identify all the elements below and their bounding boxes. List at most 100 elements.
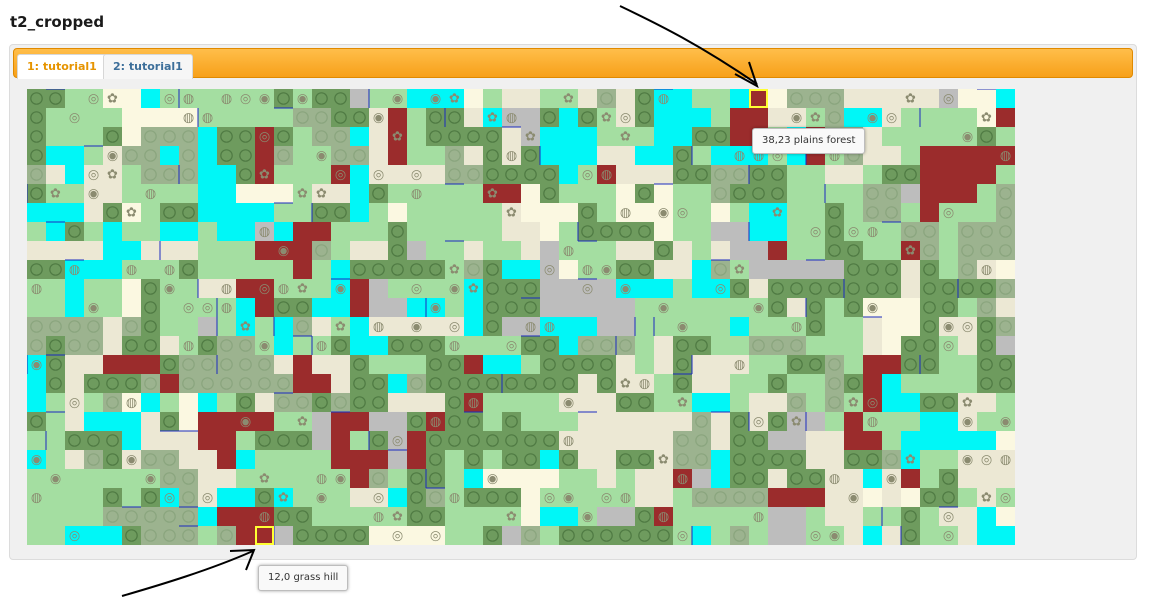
map-tile[interactable]: [711, 146, 731, 166]
map-tile[interactable]: [293, 260, 313, 280]
map-tile[interactable]: [293, 317, 313, 337]
map-tile[interactable]: [141, 431, 161, 451]
map-tile[interactable]: [122, 488, 142, 508]
map-tile[interactable]: [502, 279, 522, 299]
map-tile[interactable]: [407, 203, 427, 223]
map-tile[interactable]: [635, 127, 655, 147]
map-tile[interactable]: [350, 450, 370, 470]
map-tile[interactable]: [160, 298, 180, 318]
map-tile[interactable]: [103, 317, 123, 337]
map-tile[interactable]: [350, 165, 370, 185]
map-tile[interactable]: [407, 488, 427, 508]
map-tile[interactable]: [445, 469, 465, 489]
map-tile[interactable]: [426, 279, 446, 299]
map-tile[interactable]: [255, 146, 275, 166]
map-tile[interactable]: [901, 298, 921, 318]
map-tile[interactable]: [977, 222, 997, 242]
map-tile[interactable]: [502, 317, 522, 337]
map-tile[interactable]: [198, 431, 218, 451]
map-tile[interactable]: [445, 127, 465, 147]
map-tile[interactable]: [673, 108, 693, 128]
map-tile[interactable]: [274, 222, 294, 242]
map-tile[interactable]: [711, 165, 731, 185]
map-tile[interactable]: [236, 260, 256, 280]
map-tile[interactable]: [996, 260, 1015, 280]
map-tile[interactable]: [958, 222, 978, 242]
map-tile[interactable]: [787, 222, 807, 242]
map-tile[interactable]: [654, 374, 674, 394]
map-tile[interactable]: [939, 355, 959, 375]
map-tile[interactable]: [350, 241, 370, 261]
map-tile[interactable]: [559, 355, 579, 375]
map-tile[interactable]: [293, 146, 313, 166]
map-tile[interactable]: [597, 184, 617, 204]
map-tile[interactable]: [350, 412, 370, 432]
map-tile[interactable]: [217, 108, 237, 128]
map-tile[interactable]: [673, 260, 693, 280]
map-tile[interactable]: [217, 146, 237, 166]
map-tile[interactable]: [350, 108, 370, 128]
map-tile[interactable]: [616, 431, 636, 451]
map-tile[interactable]: [996, 127, 1015, 147]
map-tile[interactable]: [160, 127, 180, 147]
map-tile[interactable]: [122, 108, 142, 128]
map-tile[interactable]: [863, 336, 883, 356]
map-tile[interactable]: [749, 222, 769, 242]
map-tile[interactable]: [293, 374, 313, 394]
map-tile[interactable]: [692, 450, 712, 470]
map-tile[interactable]: [198, 412, 218, 432]
map-tile[interactable]: [483, 355, 503, 375]
map-tile[interactable]: [654, 165, 674, 185]
map-tile[interactable]: [236, 393, 256, 413]
map-tile[interactable]: [103, 412, 123, 432]
map-tile[interactable]: [84, 279, 104, 299]
map-tile[interactable]: [369, 127, 389, 147]
map-tile[interactable]: [464, 89, 484, 109]
map-tile[interactable]: [730, 393, 750, 413]
map-tile[interactable]: [768, 89, 788, 109]
map-tile[interactable]: [312, 507, 332, 527]
map-tile[interactable]: [597, 526, 617, 545]
map-tile[interactable]: [483, 203, 503, 223]
map-tile[interactable]: [179, 431, 199, 451]
map-tile[interactable]: [958, 108, 978, 128]
map-tile[interactable]: [844, 431, 864, 451]
map-tile[interactable]: [255, 260, 275, 280]
map-tile[interactable]: [711, 450, 731, 470]
map-tile[interactable]: [578, 469, 598, 489]
map-tile[interactable]: [768, 526, 788, 545]
map-tile[interactable]: [559, 317, 579, 337]
map-tile[interactable]: [236, 488, 256, 508]
map-tile[interactable]: [692, 355, 712, 375]
map-tile[interactable]: [426, 469, 446, 489]
map-tile[interactable]: [977, 374, 997, 394]
map-tile[interactable]: [464, 431, 484, 451]
map-tile[interactable]: [749, 108, 769, 128]
map-tile[interactable]: [179, 450, 199, 470]
map-tile[interactable]: [996, 298, 1015, 318]
map-tile[interactable]: [578, 298, 598, 318]
map-tile[interactable]: [901, 203, 921, 223]
map-tile[interactable]: [749, 279, 769, 299]
map-tile[interactable]: [673, 222, 693, 242]
map-tile[interactable]: [540, 146, 560, 166]
map-tile[interactable]: [540, 469, 560, 489]
map-tile[interactable]: [844, 374, 864, 394]
map-tile[interactable]: [122, 317, 142, 337]
map-tile[interactable]: [350, 222, 370, 242]
map-tile[interactable]: [654, 355, 674, 375]
map-tile[interactable]: [331, 108, 351, 128]
map-tile[interactable]: [711, 260, 731, 280]
map-tile[interactable]: [255, 108, 275, 128]
map-tile[interactable]: [977, 469, 997, 489]
map-tile[interactable]: [540, 108, 560, 128]
map-tile[interactable]: [825, 298, 845, 318]
map-tile[interactable]: [217, 488, 237, 508]
map-tile[interactable]: [255, 317, 275, 337]
map-tile[interactable]: [863, 146, 883, 166]
map-tile[interactable]: [730, 526, 750, 545]
map-tile[interactable]: [27, 184, 47, 204]
map-tile[interactable]: [787, 165, 807, 185]
map-tile[interactable]: [388, 393, 408, 413]
map-tile[interactable]: [46, 203, 66, 223]
